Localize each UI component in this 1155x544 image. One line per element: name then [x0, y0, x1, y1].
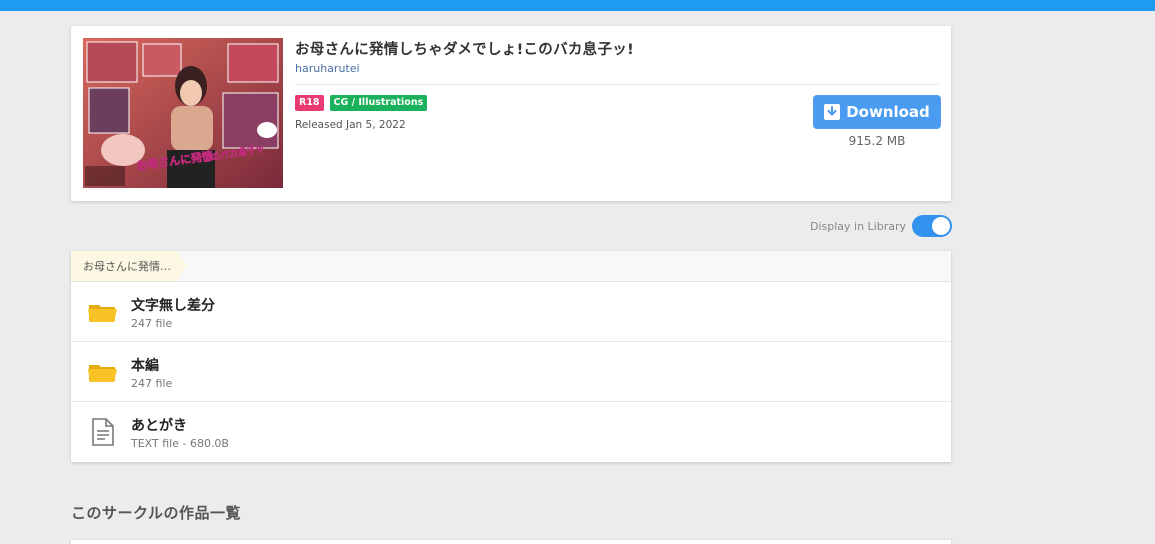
folder-icon	[87, 356, 119, 388]
download-file-size: 915.2 MB	[848, 134, 906, 148]
file-row-folder[interactable]: 文字無し差分 247 file	[71, 282, 951, 342]
file-name: 本編	[131, 358, 159, 374]
work-cover-image[interactable]: お母さんに発情 このバカ息子ッ	[83, 38, 283, 188]
download-label: Download	[846, 103, 930, 121]
file-meta: 247 file	[131, 317, 173, 330]
file-row-text[interactable]: あとがき TEXT file - 680.0B	[71, 402, 951, 462]
file-name: 文字無し差分	[131, 298, 215, 314]
folder-icon	[87, 296, 119, 328]
tag-r18[interactable]: R18	[295, 95, 324, 111]
toggle-knob	[932, 217, 950, 235]
display-in-library-label: Display in Library	[809, 219, 906, 233]
circle-name-link[interactable]: haruharutei	[295, 62, 360, 75]
file-name: あとがき	[131, 418, 187, 434]
file-meta: TEXT file - 680.0B	[131, 437, 229, 450]
text-file-icon	[87, 416, 119, 448]
breadcrumb-item-root[interactable]: お母さんに発情…	[71, 251, 187, 281]
library-toggle-row: Display in Library	[700, 214, 952, 238]
file-browser: お母さんに発情… 文字無し差分 247 file 本編 247 file あとが…	[71, 251, 951, 462]
file-meta: 247 file	[131, 377, 173, 390]
circle-works-heading: このサークルの作品一覧	[71, 504, 242, 522]
work-card: お母さんに発情 このバカ息子ッ お母さんに発情しちゃダメでしょ!このバカ息子ッ!…	[71, 26, 951, 201]
work-title[interactable]: お母さんに発情しちゃダメでしょ!このバカ息子ッ!	[295, 38, 634, 59]
download-icon	[824, 104, 841, 120]
circle-works-list	[71, 540, 951, 544]
release-date: Released Jan 5, 2022	[295, 119, 406, 131]
tag-list: R18 CG / Illustrations	[295, 95, 428, 111]
divider	[295, 84, 939, 85]
tag-cg-illustrations[interactable]: CG / Illustrations	[329, 95, 428, 111]
breadcrumb: お母さんに発情…	[71, 251, 951, 282]
file-row-folder[interactable]: 本編 247 file	[71, 342, 951, 402]
top-accent-bar	[0, 0, 1155, 11]
display-in-library-toggle[interactable]	[912, 215, 952, 237]
download-button[interactable]: Download	[813, 95, 941, 129]
